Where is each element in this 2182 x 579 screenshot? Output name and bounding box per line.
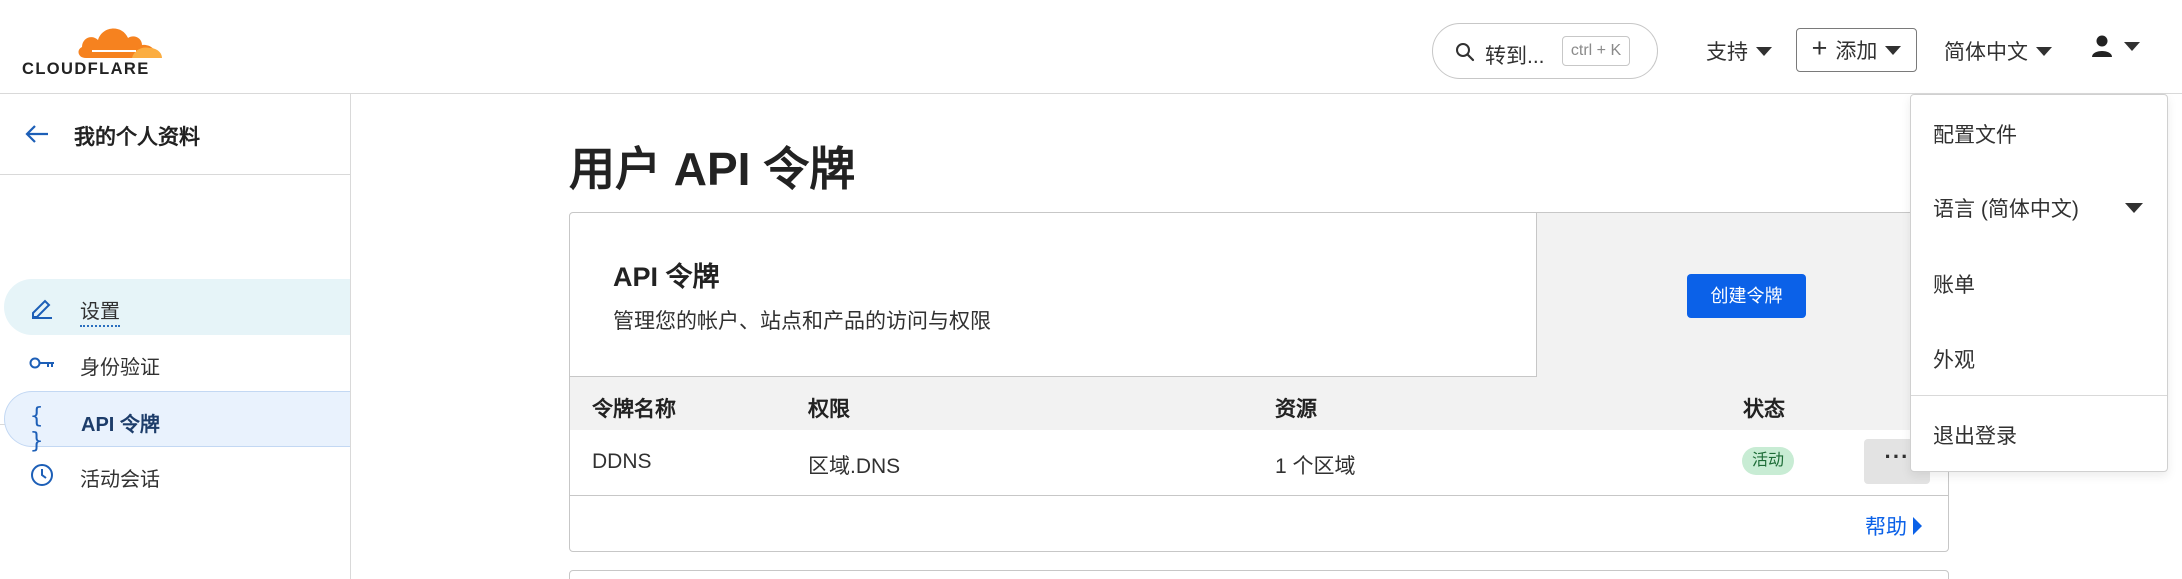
- language-label: 简体中文: [1944, 41, 2028, 64]
- help-label: 帮助: [1865, 516, 1907, 539]
- user-icon: [2092, 35, 2112, 57]
- menu-item-appearance[interactable]: 外观: [1933, 344, 1975, 374]
- search-icon: [1456, 43, 1475, 62]
- sidebar-item-label: 活动会话: [80, 469, 160, 491]
- user-dropdown-menu: 配置文件 语言 (简体中文) 账单 外观 退出登录: [1910, 94, 2168, 472]
- sidebar-item-authentication[interactable]: 身份验证: [4, 335, 350, 391]
- menu-item-logout[interactable]: 退出登录: [1933, 420, 2017, 450]
- braces-icon: { }: [30, 404, 44, 454]
- support-label: 支持: [1706, 41, 1748, 64]
- token-permission: 区域.DNS: [808, 455, 901, 478]
- cloudflare-logo[interactable]: CLOUDFLARE: [22, 24, 172, 82]
- menu-item-billing[interactable]: 账单: [1933, 269, 1975, 299]
- sidebar: 我的个人资料 设置 身份验证 { } API 令牌 活动会话: [0, 94, 351, 579]
- chevron-down-icon: [2036, 46, 2052, 56]
- menu-item-profile[interactable]: 配置文件: [1933, 119, 2017, 149]
- support-menu[interactable]: 支持: [1706, 36, 1772, 66]
- chevron-down-icon: [1885, 45, 1902, 55]
- sidebar-item-label: 设置: [80, 295, 120, 327]
- token-resource: 1 个区域: [1275, 455, 1356, 478]
- cloud-logo-icon: [78, 28, 162, 58]
- column-header-name: 令牌名称: [592, 398, 676, 421]
- back-arrow-icon[interactable]: [24, 124, 50, 144]
- card-description: 管理您的帐户、站点和产品的访问与权限: [613, 310, 991, 333]
- card-header: API 令牌 管理您的帐户、站点和产品的访问与权限 创建令牌: [570, 213, 1948, 377]
- token-name: DDNS: [592, 450, 652, 473]
- pencil-icon: [32, 299, 52, 319]
- search-button[interactable]: 转到... ctrl + K: [1432, 23, 1658, 79]
- sidebar-item-active-sessions[interactable]: 活动会话: [4, 447, 350, 503]
- card-actions: 创建令牌: [1537, 213, 1948, 377]
- create-token-button[interactable]: 创建令牌: [1687, 274, 1806, 318]
- column-header-status: 状态: [1743, 398, 1785, 421]
- table-header: 令牌名称 权限 资源 状态: [570, 377, 1948, 430]
- menu-divider: [1911, 395, 2167, 396]
- table-row: DDNS 区域.DNS 1 个区域 活动 ···: [570, 430, 1948, 496]
- status-badge: 活动: [1742, 447, 1795, 475]
- plus-icon: +: [1811, 33, 1828, 63]
- sidebar-nav: 设置 身份验证 { } API 令牌 活动会话: [0, 187, 350, 491]
- search-label: 转到...: [1485, 45, 1545, 68]
- sidebar-item-label: 身份验证: [80, 357, 160, 379]
- column-header-permissions: 权限: [808, 398, 850, 421]
- chevron-down-icon: [1756, 46, 1772, 56]
- user-menu-button[interactable]: [2090, 34, 2140, 58]
- next-card: [569, 570, 1949, 579]
- sidebar-title: 我的个人资料: [74, 126, 200, 149]
- card-intro: API 令牌 管理您的帐户、站点和产品的访问与权限: [570, 213, 1537, 377]
- top-header: CLOUDFLARE 转到... ctrl + K 支持 + 添加 简体中文: [0, 8, 2182, 94]
- chevron-down-icon: [2125, 203, 2143, 213]
- card-heading: API 令牌: [613, 262, 720, 292]
- menu-item-language[interactable]: 语言 (简体中文): [1933, 193, 2079, 223]
- page-title: 用户 API 令牌: [569, 143, 856, 195]
- sidebar-header: 我的个人资料: [0, 94, 350, 175]
- key-icon: [29, 357, 54, 369]
- sidebar-item-api-tokens[interactable]: { } API 令牌: [4, 391, 350, 454]
- api-tokens-card: API 令牌 管理您的帐户、站点和产品的访问与权限 创建令牌 令牌名称 权限 资…: [569, 212, 1949, 552]
- logo-text: CLOUDFLARE: [22, 60, 150, 78]
- add-button[interactable]: + 添加: [1796, 28, 1917, 72]
- language-menu[interactable]: 简体中文: [1944, 36, 2052, 66]
- keyboard-shortcut: ctrl + K: [1562, 36, 1630, 66]
- caret-right-icon: [1913, 517, 1922, 535]
- sidebar-item-settings[interactable]: 设置: [4, 279, 350, 335]
- column-header-resources: 资源: [1275, 398, 1317, 421]
- add-label: 添加: [1835, 40, 1878, 63]
- clock-icon: [31, 464, 53, 486]
- chevron-down-icon: [2124, 41, 2140, 51]
- help-link[interactable]: 帮助: [1865, 511, 1922, 541]
- sidebar-item-label: API 令牌: [81, 414, 160, 436]
